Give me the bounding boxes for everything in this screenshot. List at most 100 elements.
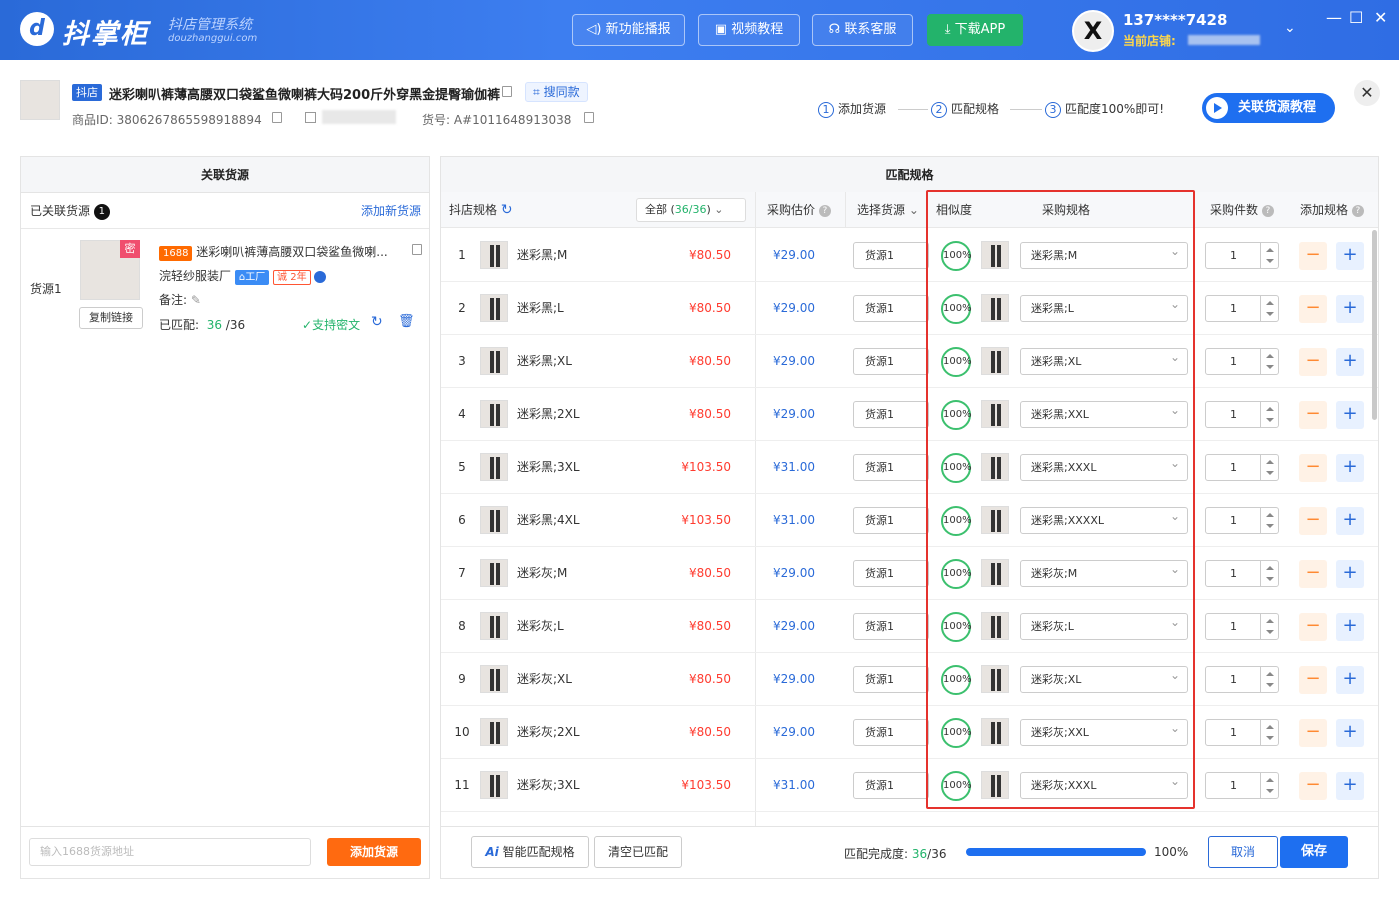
shop-spec: 迷彩灰;M (517, 566, 568, 580)
contact-service-button[interactable]: ☊ 联系客服 (812, 14, 913, 46)
scrollbar[interactable] (1372, 230, 1377, 420)
remove-spec-button[interactable]: − (1299, 560, 1327, 588)
refresh-icon[interactable]: ↻ (501, 202, 513, 218)
spec-price: ¥80.50 (689, 407, 731, 421)
copy-icon[interactable] (272, 112, 282, 123)
remove-spec-button[interactable]: − (1299, 719, 1327, 747)
cost-estimate: ¥29.00 (773, 672, 815, 686)
copy-link-button[interactable]: 复制链接 (79, 307, 143, 329)
refresh-icon[interactable]: ↻ (371, 314, 383, 330)
source-select[interactable]: 货源1 (853, 401, 929, 428)
new-features-button[interactable]: ◁) 新功能播报 (572, 14, 685, 46)
add-spec-button[interactable]: + (1336, 772, 1364, 800)
remove-spec-button[interactable]: − (1299, 454, 1327, 482)
source-select[interactable]: 货源1 (853, 507, 929, 534)
col-select-source[interactable]: 选择货源 ⌄ (857, 192, 919, 228)
spinner-arrows-icon (1260, 561, 1278, 586)
quantity-stepper[interactable]: 1 (1205, 348, 1279, 375)
smart-match-button[interactable]: Ai 智能匹配规格 (471, 836, 589, 868)
remove-spec-button[interactable]: − (1299, 666, 1327, 694)
chat-icon[interactable] (314, 270, 327, 283)
source-select[interactable]: 货源1 (853, 666, 929, 693)
source-select[interactable]: 货源1 (853, 295, 929, 322)
source-title[interactable]: 迷彩喇叭裤薄高腰双口袋鲨鱼微喇... (196, 245, 387, 259)
video-tutorial-button[interactable]: ▣ 视频教程 (698, 14, 800, 46)
add-spec-button[interactable]: + (1336, 242, 1364, 270)
cost-estimate: ¥29.00 (773, 301, 815, 315)
add-spec-button[interactable]: + (1336, 719, 1364, 747)
divider (21, 826, 429, 827)
quantity-stepper[interactable]: 1 (1205, 507, 1279, 534)
quantity-stepper[interactable]: 1 (1205, 295, 1279, 322)
add-new-source-link[interactable]: 添加新货源 (361, 193, 421, 229)
quantity-stepper[interactable]: 1 (1205, 613, 1279, 640)
copy-icon[interactable] (584, 112, 594, 123)
quantity-stepper[interactable]: 1 (1205, 560, 1279, 587)
save-button[interactable]: 保存 (1280, 836, 1348, 868)
check-icon: ✓ (302, 318, 313, 332)
copy-icon[interactable] (412, 244, 422, 255)
source-select[interactable]: 货源1 (853, 454, 929, 481)
close-icon[interactable]: ✕ (1354, 80, 1380, 106)
spinner-arrows-icon (1260, 667, 1278, 692)
add-spec-button[interactable]: + (1336, 401, 1364, 429)
clear-matched-button[interactable]: 清空已匹配 (594, 836, 682, 868)
quantity-stepper[interactable]: 1 (1205, 719, 1279, 746)
remove-spec-button[interactable]: − (1299, 348, 1327, 376)
trash-icon[interactable]: 🗑 (398, 314, 415, 329)
row-index: 5 (458, 460, 466, 474)
download-app-button[interactable]: ⤓ 下载APP (927, 14, 1023, 46)
source-select[interactable]: 货源1 (853, 613, 929, 640)
edit-icon[interactable]: ✎ (191, 293, 201, 307)
col-purchase-qty: 采购件数 ? (1210, 192, 1274, 228)
source-select[interactable]: 货源1 (853, 772, 929, 799)
source-select[interactable]: 货源1 (853, 560, 929, 587)
avatar[interactable]: X (1072, 10, 1114, 52)
quantity-stepper[interactable]: 1 (1205, 401, 1279, 428)
cancel-button[interactable]: 取消 (1208, 836, 1278, 868)
source-select[interactable]: 货源1 (853, 719, 929, 746)
add-spec-button[interactable]: + (1336, 507, 1364, 535)
maximize-icon[interactable]: ☐ (1349, 8, 1363, 27)
add-spec-button[interactable]: + (1336, 560, 1364, 588)
spec-price: ¥80.50 (689, 248, 731, 262)
add-spec-button[interactable]: + (1336, 454, 1364, 482)
remove-spec-button[interactable]: − (1299, 242, 1327, 270)
minimize-icon[interactable]: — (1326, 8, 1342, 27)
shop-spec: 迷彩黑;2XL (517, 407, 580, 421)
cost-estimate: ¥31.00 (773, 460, 815, 474)
download-icon: ⤓ (944, 22, 955, 37)
remove-spec-button[interactable]: − (1299, 507, 1327, 535)
spec-filter-select[interactable]: 全部 (36/36) ⌄ (636, 198, 746, 222)
spec-thumbnail (480, 400, 508, 428)
add-spec-button[interactable]: + (1336, 613, 1364, 641)
remove-spec-button[interactable]: − (1299, 401, 1327, 429)
add-spec-button[interactable]: + (1336, 295, 1364, 323)
remove-spec-button[interactable]: − (1299, 772, 1327, 800)
ai-icon: Ai (485, 845, 499, 859)
quantity-stepper[interactable]: 1 (1205, 242, 1279, 269)
video-icon: ▣ (714, 22, 732, 37)
chevron-down-icon[interactable]: ⌄ (1284, 20, 1296, 36)
add-source-button[interactable]: 添加货源 (327, 838, 421, 866)
spinner-arrows-icon (1260, 508, 1278, 533)
quantity-stepper[interactable]: 1 (1205, 666, 1279, 693)
source-select[interactable]: 货源1 (853, 348, 929, 375)
cost-estimate: ¥31.00 (773, 513, 815, 527)
source-select[interactable]: 货源1 (853, 242, 929, 269)
tutorial-button[interactable]: 关联货源教程 (1202, 93, 1335, 123)
copy-icon[interactable] (502, 86, 512, 97)
table-row: 11迷彩灰;3XL¥103.50¥31.00货源1100%迷彩灰;XXXL1−+ (441, 759, 1378, 812)
help-icon: ? (1261, 204, 1274, 217)
source-url-input[interactable]: 输入1688货源地址 (29, 838, 311, 866)
add-spec-button[interactable]: + (1336, 666, 1364, 694)
remove-spec-button[interactable]: − (1299, 295, 1327, 323)
quantity-stepper[interactable]: 1 (1205, 454, 1279, 481)
close-window-icon[interactable]: ✕ (1374, 8, 1387, 27)
quantity-stepper[interactable]: 1 (1205, 772, 1279, 799)
add-spec-button[interactable]: + (1336, 348, 1364, 376)
highlight-box (926, 190, 1195, 809)
row-index: 10 (454, 725, 470, 739)
remove-spec-button[interactable]: − (1299, 613, 1327, 641)
search-same-style-button[interactable]: ⌗ 搜同款 (525, 82, 588, 102)
